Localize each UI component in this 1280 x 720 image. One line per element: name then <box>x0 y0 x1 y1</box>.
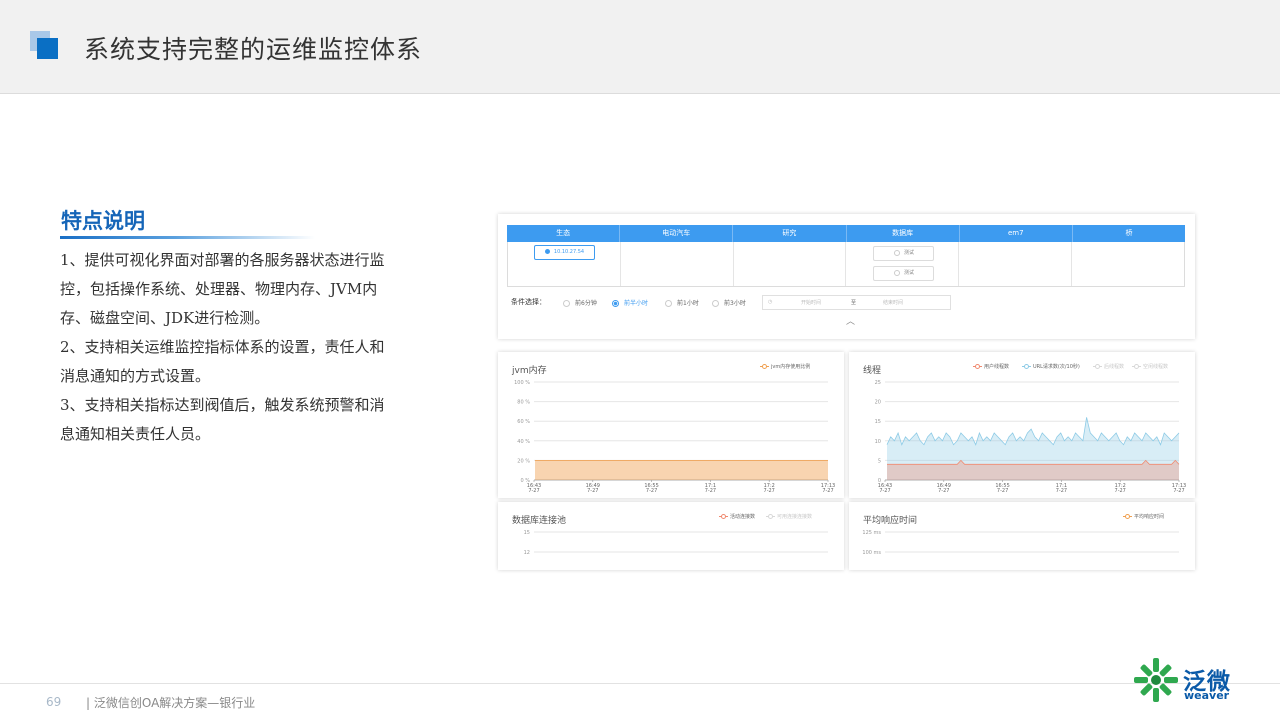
table-cell <box>1072 242 1184 286</box>
features-underline <box>60 236 315 239</box>
y-tick-label: 25 <box>875 380 881 386</box>
range-separator: 至 <box>851 300 857 306</box>
footer-divider <box>0 683 1280 684</box>
y-tick-label: 100 ms <box>862 550 881 556</box>
x-tick-label: 7-27 <box>705 488 716 494</box>
radio-icon <box>665 300 672 307</box>
footer-caption: | 泛微信创OA解决方案—银行业 <box>86 696 256 710</box>
y-tick-label: 20 % <box>517 458 530 464</box>
time-option-label: 前半小时 <box>624 300 649 307</box>
column-header[interactable]: 电动汽车 <box>620 225 734 242</box>
y-tick-label: 10 <box>875 439 881 445</box>
y-tick-label: 80 % <box>517 400 530 406</box>
page-title: 系统支持完整的运维监控体系 <box>84 35 423 64</box>
x-tick-label: 7-27 <box>1173 488 1184 494</box>
table-cell <box>621 242 734 286</box>
radio-icon <box>712 300 719 307</box>
start-time-input[interactable]: 开始时间 <box>801 299 821 306</box>
x-tick-label: 7-27 <box>938 488 949 494</box>
brand-name-en: weaver <box>1184 689 1230 702</box>
server-table: 生态 电动汽车 研究 数据库 em7 桥 10.10.27.54 测试 测试 <box>507 225 1185 287</box>
date-range-picker[interactable]: ◷ 开始时间 至 结束时间 <box>762 295 951 310</box>
y-tick-label: 40 % <box>517 439 530 445</box>
y-tick-label: 125 ms <box>862 530 881 536</box>
time-option-label: 前1小时 <box>677 300 699 307</box>
feature-line: 息通知相关责任人员。 <box>60 425 211 443</box>
y-tick-label: 15 <box>524 530 530 536</box>
x-tick-label: 7-27 <box>1056 488 1067 494</box>
radio-selected-icon <box>612 300 619 307</box>
column-header[interactable]: 研究 <box>733 225 847 242</box>
column-header[interactable]: 桥 <box>1073 225 1185 242</box>
db-server-button[interactable]: 测试 <box>873 246 935 261</box>
time-option[interactable]: 前6分钟 <box>563 298 597 307</box>
feature-line: 存、磁盘空间、JDK进行检测。 <box>60 309 270 327</box>
radio-ring-icon <box>893 249 900 256</box>
time-option[interactable]: 前3小时 <box>712 298 746 307</box>
x-tick-label: 7-27 <box>1115 488 1126 494</box>
calendar-icon: ◷ <box>768 299 773 305</box>
db-pool-chart-panel: 数据库连接池 活动连接数 可用连接连接数 15 12 <box>498 502 844 570</box>
column-header[interactable]: em7 <box>960 225 1073 242</box>
time-option-label: 前3小时 <box>724 300 746 307</box>
threads-chart: 252015105016:437-2716:497-2716:557-2717:… <box>875 380 1187 494</box>
end-time-input[interactable]: 结束时间 <box>883 299 903 306</box>
features-body: 1、提供可视化界面对部署的各服务器状态进行监 控，包括操作系统、处理器、物理内存… <box>60 246 415 449</box>
threads-chart-panel: 线程 用户线程数 URL请求数(次/10秒) 后线程数 空闲线程数 25 20 15… <box>849 352 1195 498</box>
y-tick-label: 20 <box>875 400 881 406</box>
y-tick-label: 12 <box>524 550 530 556</box>
x-tick-label: 7-27 <box>646 488 657 494</box>
server-panel: 生态 电动汽车 研究 数据库 em7 桥 10.10.27.54 测试 测试 条… <box>498 214 1195 339</box>
table-cell: 10.10.27.54 <box>508 242 621 286</box>
x-tick-label: 7-27 <box>997 488 1008 494</box>
server-ip-button[interactable]: 10.10.27.54 <box>534 245 595 260</box>
db-server-label: 测试 <box>903 270 914 276</box>
column-header[interactable]: 生态 <box>507 225 621 242</box>
jvm-memory-chart: 100 %80 %60 %40 %20 %0 %16:437-2716:497-… <box>514 380 835 494</box>
radio-ring-icon <box>893 269 900 276</box>
server-table-body: 10.10.27.54 测试 测试 <box>507 242 1185 287</box>
y-tick-label: 15 <box>875 419 881 425</box>
feature-line: 消息通知的方式设置。 <box>60 367 211 385</box>
table-cell <box>734 242 847 286</box>
x-tick-label: 7-27 <box>822 488 833 494</box>
x-tick-label: 7-27 <box>879 488 890 494</box>
feature-line: 2、支持相关运维监控指标体系的设置，责任人和 <box>60 338 385 356</box>
selected-dot-icon <box>544 249 550 254</box>
time-option-label: 前6分钟 <box>575 300 597 307</box>
feature-line: 控，包括操作系统、处理器、物理内存、JVM内 <box>60 280 378 298</box>
db-server-label: 测试 <box>903 250 914 256</box>
y-tick-label: 100 % <box>514 380 530 386</box>
radio-icon <box>563 300 570 307</box>
x-tick-label: 7-27 <box>764 488 775 494</box>
condition-label: 条件选择： <box>511 298 546 306</box>
title-mark-dark <box>37 38 58 59</box>
server-ip-label: 10.10.27.54 <box>553 249 585 255</box>
column-header[interactable]: 数据库 <box>847 225 960 242</box>
table-cell: 测试 测试 <box>846 242 960 286</box>
db-pool-chart: 1512 <box>524 530 828 556</box>
y-tick-label: 5 <box>878 458 881 464</box>
jvm-memory-chart-panel: jvm内存 jvm内存使用比例 100 % 80 % 60 % 40 % 20 % 0 %… <box>498 352 844 498</box>
series-area <box>535 460 828 480</box>
response-time-chart-panel: 平均响应时间 平均响应时间 125 ms 100 ms <box>849 502 1195 570</box>
features-title: 特点说明 <box>61 209 145 233</box>
page-number: 69 <box>46 695 62 709</box>
time-option-selected[interactable]: 前半小时 <box>612 298 648 307</box>
db-server-button[interactable]: 测试 <box>873 266 935 281</box>
feature-line: 1、提供可视化界面对部署的各服务器状态进行监 <box>60 251 385 269</box>
table-cell <box>959 242 1073 286</box>
y-tick-label: 60 % <box>517 419 530 425</box>
x-tick-label: 7-27 <box>528 488 539 494</box>
slide-header: 系统支持完整的运维监控体系 <box>0 0 1280 94</box>
collapse-chevron-icon[interactable]: ︿ <box>846 314 855 327</box>
x-tick-label: 7-27 <box>587 488 598 494</box>
server-table-header: 生态 电动汽车 研究 数据库 em7 桥 <box>507 225 1185 242</box>
response-time-chart: 125 ms 100 ms <box>862 530 1179 556</box>
time-option[interactable]: 前1小时 <box>665 298 699 307</box>
feature-line: 3、支持相关指标达到阀值后，触发系统预警和消 <box>60 396 385 414</box>
